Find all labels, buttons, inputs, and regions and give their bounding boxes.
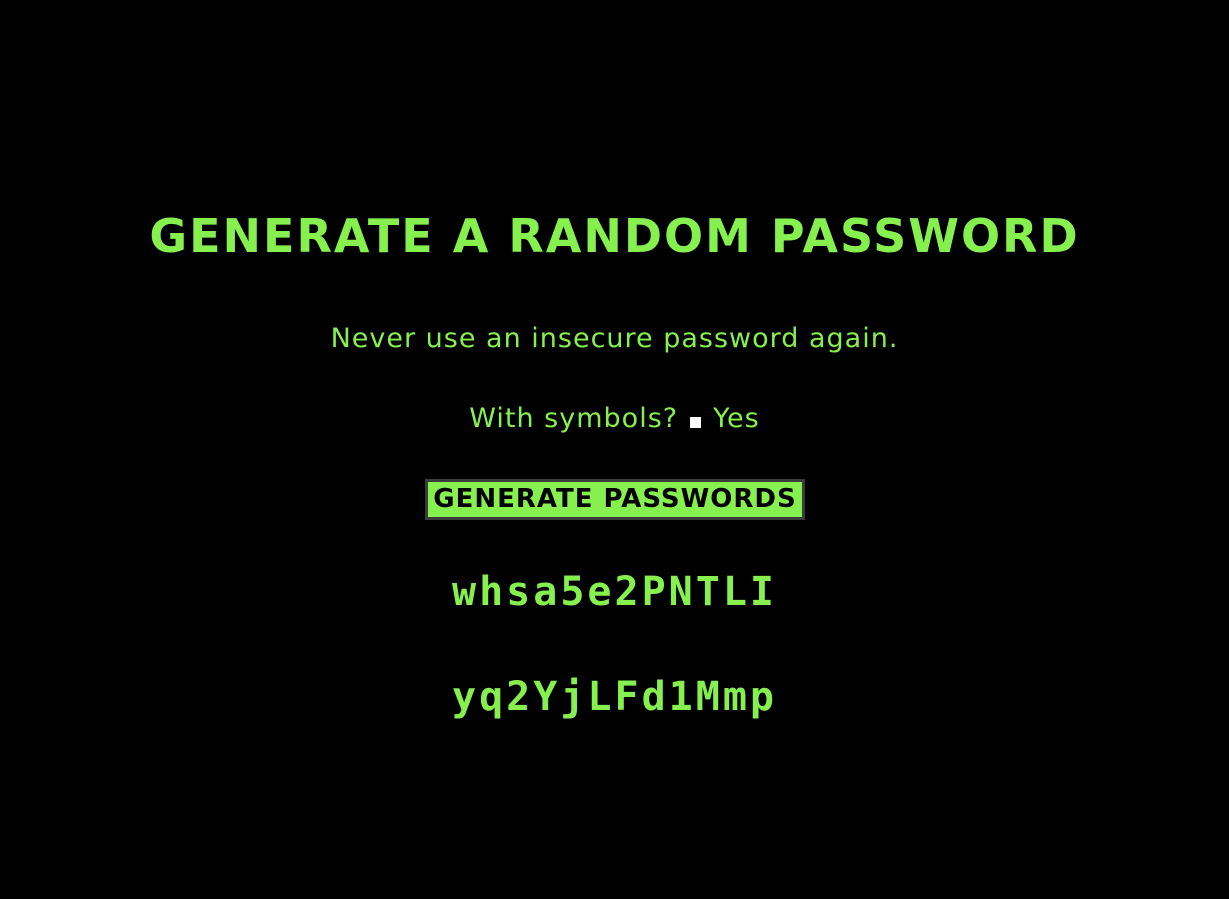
- symbols-yes-label[interactable]: Yes: [713, 400, 760, 438]
- page-subtitle: Never use an insecure password again.: [330, 323, 899, 354]
- password-generator-page: Generate a random password Never use an …: [0, 0, 1229, 899]
- symbols-label: With symbols?: [469, 403, 679, 434]
- password-output-2[interactable]: yq2YjLFd1Mmp: [0, 672, 1229, 722]
- generate-passwords-button[interactable]: Generate Passwords: [425, 479, 805, 520]
- password-output-1[interactable]: whsa5e2PNTLI: [0, 567, 1229, 617]
- page-title: Generate a random password: [149, 209, 1080, 263]
- symbols-checkbox[interactable]: [690, 416, 702, 428]
- symbols-option: With symbols? Yes: [0, 400, 1229, 438]
